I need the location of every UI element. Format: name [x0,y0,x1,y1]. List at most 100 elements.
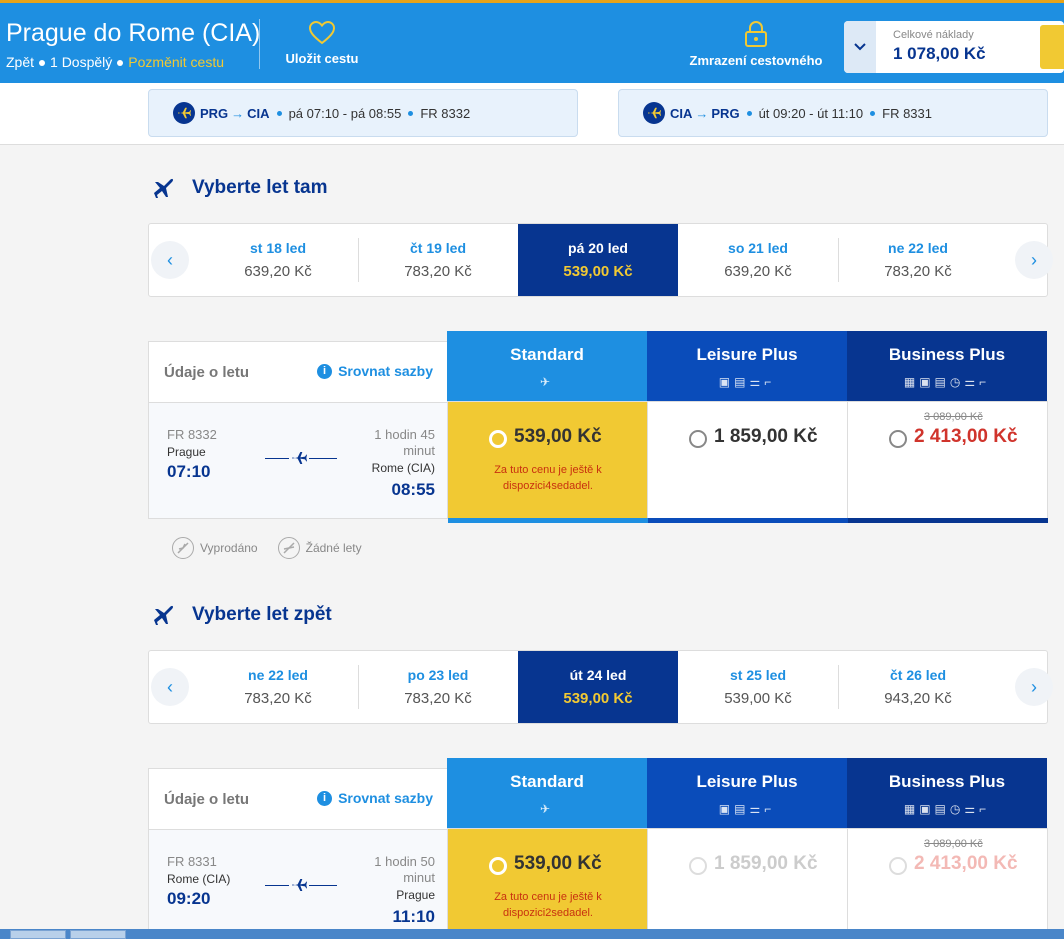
plane-icon [173,102,195,124]
compare-fares-label: Srovnat sazby [338,790,433,806]
date-option[interactable]: st 25 led 539,00 Kč [678,651,838,723]
section-title-text: Vyberte let tam [192,177,328,198]
date-option[interactable]: so 21 led 639,20 Kč [678,224,838,296]
availability-legend: Vyprodáno Žádné lety [172,537,382,559]
info-icon: i [317,790,333,806]
date-option[interactable]: čt 19 led 783,20 Kč [358,224,518,296]
plane-icon: ✈ [539,802,555,816]
chip-origin: PRG [200,105,229,121]
chip-time: pá 07:10 - pá 08:55 [288,105,402,121]
compare-fares-link[interactable]: i Srovnat sazby [317,363,433,379]
flight-info-header: Údaje o letu i Srovnat sazby [148,768,448,829]
fare-header-business: Business Plus ▦▣▤◷⚌⌐ [847,331,1047,401]
fare-radio[interactable] [489,430,507,448]
date-label: so 21 led [728,240,788,256]
total-cost-box[interactable]: Celkové náklady 1 078,00 Kč [844,21,1064,73]
prev-dates-button[interactable]: ‹ [151,668,189,706]
fare-price: 539,00 Kč [514,426,602,447]
fare-radio[interactable] [689,430,707,448]
no-flights-label: Žádné lety [305,541,362,555]
fare-name: Business Plus [888,345,1006,364]
flight-info-header: Údaje o letu i Srovnat sazby [148,341,448,402]
fare-price: 539,00 Kč [514,853,602,874]
date-price: 943,20 Kč [884,690,952,707]
flight-duration: 1 hodin 45 minut [374,427,435,458]
origin-city: Rome (CIA) [167,872,231,886]
plane-icon [289,448,309,468]
fare-name: Standard [510,772,584,791]
chevron-down-icon[interactable] [844,21,876,73]
fare-option-standard[interactable]: 539,00 Kč Za tuto cenu je ještě k dispozi… [448,401,648,518]
fare-option-business[interactable]: 3 089,00 Kč 2 413,00 Kč [848,828,1048,939]
fare-header-business: Business Plus ▦▣▤◷⚌⌐ [847,758,1047,828]
chip-origin: CIA [670,105,693,121]
flight-info-body: FR 8332 Prague 07:10 1 hodin 45 minut Rom… [148,402,448,519]
plane-icon [154,178,173,198]
date-label: ne 22 led [888,240,948,256]
date-option-selected[interactable]: pá 20 led 539,00 Kč [518,224,678,296]
fare-option-leisure[interactable]: 1 859,00 Kč [648,401,848,518]
chip-flight-number: FR 8331 [882,105,932,121]
continue-button[interactable] [1040,25,1064,69]
header-divider [259,19,260,69]
date-option-selected[interactable]: út 24 led 539,00 Kč [518,651,678,723]
fare-bar-leisure [648,518,848,523]
flight-duration: 1 hodin 50 minut [374,854,435,885]
departure-time: 07:10 [167,462,211,481]
flight-path-line [265,875,337,895]
date-option[interactable]: st 18 led 639,20 Kč [198,224,358,296]
next-dates-button[interactable]: › [1015,241,1053,279]
fare-radio[interactable] [889,857,907,875]
heart-icon [309,21,335,45]
date-option[interactable]: ne 22 led 783,20 Kč [838,224,998,296]
total-cost-value: 1 078,00 Kč [893,44,986,63]
outbound-flight-chip[interactable]: PRG → CIA pá 07:10 - pá 08:55 FR 8332 [148,89,578,137]
date-option[interactable]: ne 22 led 783,20 Kč [198,651,358,723]
date-price: 539,00 Kč [563,263,633,280]
fare-price: 1 859,00 Kč [714,426,818,447]
lock-icon [745,21,767,47]
fare-option-standard[interactable]: 539,00 Kč Za tuto cenu je ještě k dispozi… [448,828,648,939]
taskbar-button[interactable] [70,930,126,939]
arrival-time: 11:10 [392,907,435,926]
return-flight-chip[interactable]: CIA → PRG út 09:20 - út 11:10 FR 8331 [618,89,1048,137]
outbound-section-title: Vyberte let tam [150,176,328,200]
date-label: út 24 led [569,667,627,683]
plane-icon: ✈ [539,375,555,389]
prev-dates-button[interactable]: ‹ [151,241,189,279]
date-label: čt 19 led [409,240,467,256]
fare-features-icons: ▦▣▤◷⚌⌐ [903,802,991,816]
fare-option-leisure[interactable]: 1 859,00 Kč [648,828,848,939]
date-price: 539,00 Kč [563,690,633,707]
fare-option-business[interactable]: 3 089,00 Kč 2 413,00 Kč [848,401,1048,518]
fare-name: Business Plus [888,772,1006,791]
fare-radio[interactable] [489,857,507,875]
chip-destination: CIA [247,105,270,121]
fare-radio[interactable] [689,857,707,875]
flight-info-title: Údaje o letu [164,364,250,381]
fare-bar-business [848,518,1048,523]
back-link[interactable]: Zpět [6,54,34,70]
next-dates-button[interactable]: › [1015,668,1053,706]
compare-fares-label: Srovnat sazby [338,363,433,379]
date-label: st 18 led [249,240,307,256]
date-option[interactable]: čt 26 led 943,20 Kč [838,651,998,723]
departure-time: 09:20 [167,889,211,908]
flight-number: FR 8331 [167,854,217,869]
plane-icon [154,605,173,625]
date-option[interactable]: po 23 led 783,20 Kč [358,651,518,723]
fare-name: Leisure Plus [696,345,798,364]
taskbar-button[interactable] [10,930,66,939]
sold-out-icon [172,537,194,559]
chip-flight-number: FR 8332 [420,105,471,121]
compare-fares-link[interactable]: i Srovnat sazby [317,790,433,806]
date-price: 539,00 Kč [724,690,792,707]
change-trip-link[interactable]: Pozměnit cestu [128,54,224,70]
origin-city: Prague [167,445,206,459]
info-icon: i [317,363,333,379]
date-label: čt 26 led [889,667,947,683]
save-trip-button[interactable]: Uložit cestu [280,21,364,66]
freeze-fare-button[interactable]: Zmrazení cestovného [686,21,826,68]
fare-radio[interactable] [889,430,907,448]
plane-icon [289,875,309,895]
